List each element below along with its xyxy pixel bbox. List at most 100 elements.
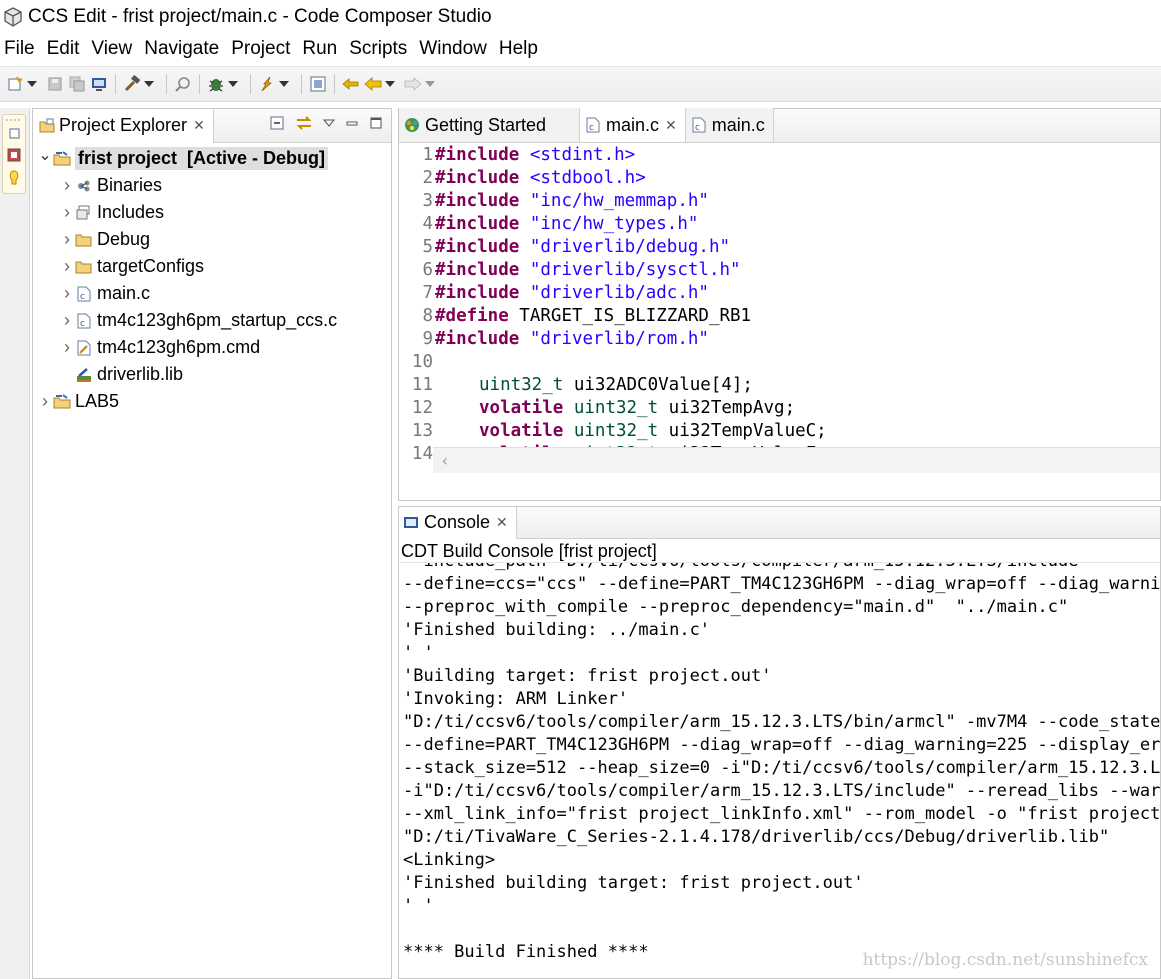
code-text: uint32_t ui32ADC0Value[4]; <box>435 375 753 395</box>
left-trim-bar <box>0 108 30 979</box>
chevron-down-icon[interactable] <box>227 75 239 93</box>
console-line: <Linking> <box>403 850 496 870</box>
minimize-icon[interactable] <box>345 116 359 130</box>
save-all-icon[interactable] <box>68 75 86 93</box>
save-icon[interactable] <box>46 75 64 93</box>
chevron-down-icon[interactable] <box>424 75 436 93</box>
menu-view[interactable]: View <box>86 38 139 60</box>
close-icon[interactable]: ✕ <box>496 514 508 531</box>
toolbar-separator <box>250 74 251 94</box>
code-text: #include "inc/hw_memmap.h" <box>435 191 709 211</box>
tab-project-explorer[interactable]: Project Explorer ✕ <box>33 108 214 143</box>
chevron-down-icon[interactable] <box>26 75 38 93</box>
code-editor[interactable]: 1 #include <stdint.h> 2 #include <stdbool.h… <box>399 143 1160 473</box>
tree-item[interactable]: driverlib.lib <box>33 361 391 388</box>
console-line: --stack_size=512 --heap_size=0 -i"D:/ti/… <box>403 758 1160 778</box>
code-string: <stdint.h> <box>519 144 636 165</box>
menu-window[interactable]: Window <box>414 38 494 60</box>
console-output[interactable]: --include_path="D:/ti/ccsv6/tools/compil… <box>399 563 1160 978</box>
code-type: uint32_t <box>573 420 659 441</box>
toolbar-separator <box>301 74 302 94</box>
menu-navigate[interactable]: Navigate <box>139 38 226 60</box>
code-keyword: #include <box>435 236 520 257</box>
folder-icon <box>75 231 93 249</box>
code-keyword: #include <box>435 167 520 188</box>
chevron-right-icon[interactable]: › <box>59 256 75 276</box>
menu-help[interactable]: Help <box>494 38 545 60</box>
c-file-icon: c <box>75 285 93 303</box>
terminal-icon[interactable] <box>90 75 108 93</box>
flash-icon[interactable] <box>258 75 276 93</box>
line-number: 6 <box>422 259 433 280</box>
code-type: uint32_t <box>573 397 659 418</box>
forward-arrow-icon[interactable] <box>404 75 422 93</box>
tab-getting-started[interactable]: Getting Started <box>399 108 580 142</box>
chevron-right-icon[interactable]: › <box>59 310 75 330</box>
tree-item[interactable]: › Binaries <box>33 172 391 199</box>
code-keyword: #define <box>435 305 509 326</box>
chevron-down-icon[interactable] <box>143 75 155 93</box>
menu-run[interactable]: Run <box>297 38 344 60</box>
link-with-editor-icon[interactable] <box>295 115 313 131</box>
chevron-right-icon[interactable]: › <box>59 202 75 222</box>
code-line: 3 #include "inc/hw_memmap.h" <box>399 189 1160 212</box>
tree-item[interactable]: › LAB5 <box>33 388 391 415</box>
code-line: 10 <box>399 350 1160 373</box>
tree-item[interactable]: › Debug <box>33 226 391 253</box>
code-type: uint32_t <box>479 374 564 395</box>
watermark: https://blog.csdn.net/sunshinefcx <box>862 950 1148 970</box>
getting-started-icon <box>403 116 421 134</box>
console-partial-line: --include_path="D:/ti/ccsv6/tools/compil… <box>403 563 1089 571</box>
back-arrow-icon[interactable] <box>364 75 382 93</box>
chevron-down-icon[interactable]: ⌄ <box>37 147 53 164</box>
menu-scripts[interactable]: Scripts <box>344 38 414 60</box>
chevron-right-icon[interactable]: › <box>59 283 75 303</box>
chevron-down-icon[interactable] <box>384 75 396 93</box>
trim-icons[interactable] <box>3 115 25 195</box>
menu-file[interactable]: File <box>0 38 42 60</box>
tab-main-c[interactable]: c main.c <box>685 108 774 142</box>
tree-item[interactable]: › Includes <box>33 199 391 226</box>
tree-item-label: frist project [Active - Debug] <box>75 147 329 170</box>
back-history-icon[interactable] <box>342 75 360 93</box>
code-line: 7 #include "driverlib/adc.h" <box>399 281 1160 304</box>
tree-item[interactable]: › c main.c <box>33 280 391 307</box>
tree-item[interactable]: › c tm4c123gh6pm_startup_ccs.c <box>33 307 391 334</box>
build-hammer-icon[interactable] <box>123 75 141 93</box>
menu-edit[interactable]: Edit <box>42 38 87 60</box>
tree-item[interactable]: ⌄ frist project [Active - Debug] <box>33 145 391 172</box>
tree-item[interactable]: › tm4c123gh6pm.cmd <box>33 334 391 361</box>
chevron-right-icon[interactable]: › <box>59 175 75 195</box>
search-icon[interactable] <box>174 75 192 93</box>
toolbar-separator <box>199 74 200 94</box>
project-folder-icon <box>53 150 71 168</box>
chevron-down-icon[interactable] <box>278 75 290 93</box>
menu-project[interactable]: Project <box>226 38 297 60</box>
new-wizard-icon[interactable] <box>6 75 24 93</box>
tab-label: Console <box>424 512 491 532</box>
collapse-all-icon[interactable] <box>269 115 285 131</box>
chevron-right-icon[interactable]: › <box>59 337 75 357</box>
chevron-right-icon[interactable]: › <box>37 391 53 411</box>
console-line: 'Building target: frist project.out' <box>403 666 772 686</box>
project-folder-icon <box>53 393 71 411</box>
scroll-left-icon[interactable]: ‹ <box>433 451 457 470</box>
close-icon[interactable]: ✕ <box>665 117 677 134</box>
tab-console[interactable]: Console ✕ <box>399 506 517 539</box>
chevron-right-icon[interactable]: › <box>59 229 75 249</box>
horizontal-scrollbar[interactable]: ‹ <box>433 447 1160 473</box>
tree-item[interactable]: › targetConfigs <box>33 253 391 280</box>
maximize-icon[interactable] <box>369 116 383 130</box>
code-text: #include <stdint.h> <box>435 145 635 165</box>
tree-item-label: tm4c123gh6pm.cmd <box>97 337 261 357</box>
view-menu-icon[interactable] <box>323 118 335 128</box>
layout-icon[interactable] <box>309 75 327 93</box>
console-line: 'Finished building target: frist project… <box>403 873 864 893</box>
tab-label: Project Explorer <box>59 115 188 135</box>
debug-bug-icon[interactable] <box>207 75 225 93</box>
tab-main-c[interactable]: c main.c ✕ <box>580 108 686 142</box>
close-icon[interactable]: ✕ <box>193 117 205 134</box>
code-keyword: #include <box>435 190 520 211</box>
code-line: 6 #include "driverlib/sysctl.h" <box>399 258 1160 281</box>
